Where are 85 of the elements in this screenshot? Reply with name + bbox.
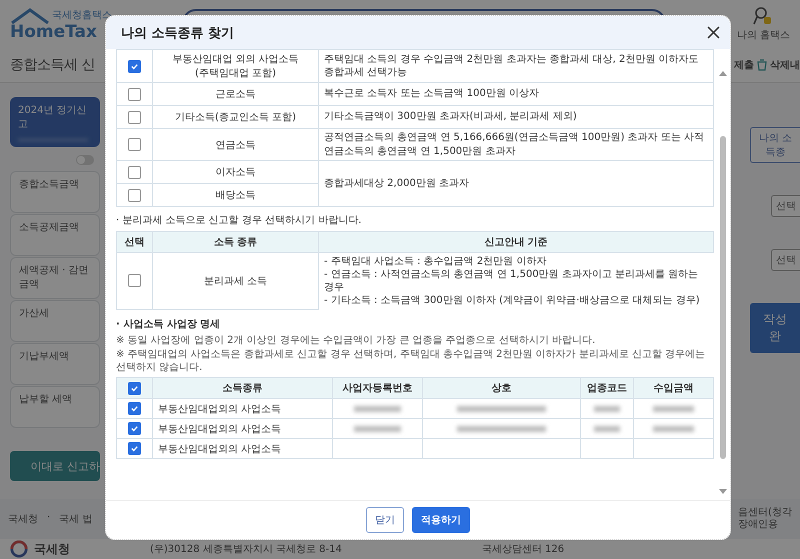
footer-link[interactable]: 국세 법 [59,512,92,526]
criteria-line: - 연금소득 : 사적연금소득의 총연금액 연 1,500만원 초과자이고 분리과세를 원하는 경우 [324,268,700,294]
checkmark-icon [130,404,139,413]
table-cell: 이자소득 [152,160,318,184]
table-cell: 근로소득 [152,82,318,106]
footer-link[interactable]: · [47,512,50,526]
table-cell: 부동산임대업외의 사업소득 [152,418,332,438]
checkbox[interactable] [128,110,141,124]
table-cell: 공적연금소득의 총연금액 연 5,166,666원(연금소득금액 100만원) 초과자 또는 사적연금소득의 총연금액 연 1,500만원 초과자 [318,128,714,160]
table-cell: 기타소득금액이 300만원 초과자(비과세, 분리과세 제외) [318,106,714,128]
select-button[interactable]: 선택 [771,249,800,271]
select-all-checkbox[interactable] [128,382,141,394]
checkbox[interactable] [128,402,141,415]
checkmark-icon [130,424,139,433]
checkmark-icon [130,384,139,392]
column-header: 선택 [116,232,152,252]
column-header: 상호 [422,378,580,398]
user-menu-label[interactable]: 나의 홈택스 [736,28,790,42]
note-text: ※ 동일 사업장에 업종이 2개 이상인 경우에는 수입금액이 가장 큰 업종을 주업종으로 선택하시기 바랍니다. [116,334,596,347]
summary-item[interactable]: 세액공제 · 감면금액 [10,257,100,299]
criteria-line: - 기타소득 : 소득금액 300만원 이하자 (계약금이 위약금·배상금으로 대체되는 경우) [324,294,701,307]
section-heading: · 사업소득 사업장 명세 [116,318,222,330]
table-cell: 종합과세대상 2,000만원 초과자 [318,160,714,206]
dialog-title: 나의 소득종류 찾기 [121,24,234,42]
table-cell: 부동산임대업 외의 사업소득 (주택임대업 포함) [152,50,318,82]
select-button[interactable]: 선택 [771,195,800,217]
column-header: 수입금액 [634,378,714,398]
hometax-logo[interactable]: 국세청홈택스 HomeTax [10,8,112,40]
report-button[interactable]: 이대로 신고하 [10,451,100,481]
checkbox[interactable] [128,442,141,455]
complete-button[interactable]: 작성완 [750,303,800,353]
summary-item[interactable]: 종합소득금액 [10,171,100,213]
house-icon [10,8,50,24]
table-cell: 부동산임대업외의 사업소득 [152,438,332,458]
summary-item[interactable]: 소득공제금액 [10,214,100,256]
table-cell: 주택임대 소득의 경우 수입금액 2천만원 초과자는 종합과세 대상, 2천만원 이하자도 종합과세 선택가능 [318,50,714,82]
column-header: 업종코드 [580,378,634,398]
checkmark-icon [130,444,139,453]
redacted-block [354,426,402,432]
checkbox[interactable] [128,138,141,151]
address-text: (우)30128 세종특별자치시 국세청로 8-14 [150,543,342,556]
checkbox[interactable] [128,166,141,178]
table-cell: 부동산임대업외의 사업소득 [152,398,332,418]
apply-button[interactable]: 적용하기 [412,507,470,533]
emblem-icon [10,540,28,558]
filing-label: 2024년 정기신고 [18,104,88,131]
summary-item[interactable]: 기납부세액 [10,343,100,385]
call-center-text: 국세상담센터 126 [482,543,564,556]
checkbox[interactable] [128,60,141,72]
redacted-block [594,406,620,412]
table-cell: 기타소득(종교인소득 포함) [152,106,318,128]
note-text: ※ 주택임대업의 사업소득은 종합과세로 신고할 경우 선택하며, 주택임대 총수입금액 2천만원 이하자가 분리과세로 신고할 경우에는 선택하지 않습니다. [116,349,706,374]
checkbox[interactable] [128,188,141,202]
table-cell: 분리과세 소득 [152,252,318,309]
redacted-block [652,406,694,412]
note-text: · 분리과세 소득으로 신고할 경우 선택하시기 바랍니다. [116,214,362,227]
checkbox[interactable] [128,422,141,435]
column-header: 신고안내 기준 [318,232,714,252]
redacted-block [354,406,402,412]
redacted-block [652,426,694,432]
checkbox[interactable] [128,88,141,100]
table-cell: 복수근로 소득자 또는 소득금액 100만원 이상자 [318,82,714,106]
find-income-button[interactable]: 나의 소득종 [750,127,800,163]
table-cell: 연금소득 [152,128,318,160]
footer-link[interactable]: 국세청 [8,512,38,526]
summary-item[interactable]: 납부할 세액 [10,386,100,428]
column-header: 사업자등록번호 [332,378,422,398]
redacted-block [594,426,620,432]
delete-link[interactable]: 삭제내 [770,58,800,72]
checkbox[interactable] [128,274,141,288]
close-button[interactable]: 닫기 [366,507,404,533]
down-arrow-icon[interactable] [719,489,727,494]
close-icon[interactable] [707,26,720,39]
submit-link[interactable]: 제출 [734,58,754,72]
trash-icon[interactable] [756,59,768,71]
page-title: 종합소득세 신 [10,56,95,74]
checkmark-icon [130,62,139,70]
summary-item[interactable]: 가산세 [10,300,100,342]
column-header: 소득종류 [152,378,332,398]
up-arrow-icon[interactable] [719,71,727,76]
column-header: 소득 종류 [152,232,318,252]
user-icon[interactable] [753,6,774,26]
criteria-line: - 주택임대 사업소득 : 총수입금액 2천만원 이하자 [324,255,548,268]
footer-link[interactable]: 음센터(청각장애인용 [738,507,800,531]
agency-logo-text: 국세청 [34,540,70,558]
